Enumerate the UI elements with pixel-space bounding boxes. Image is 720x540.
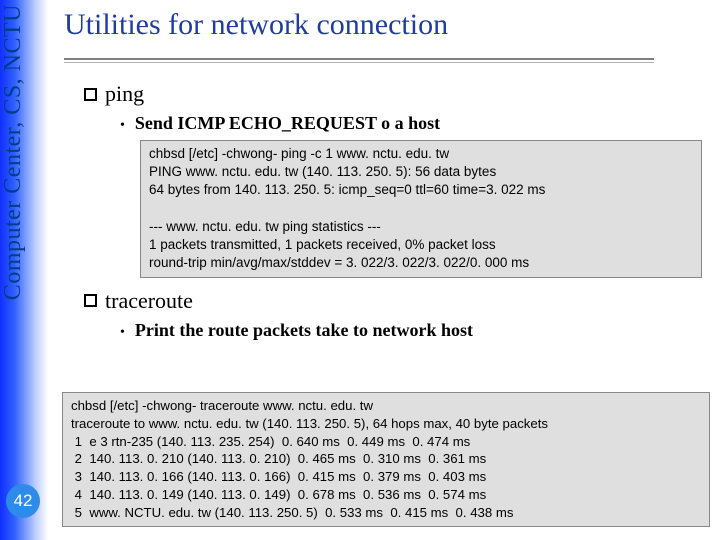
subbullet-ping: • Send ICMP ECHO_REQUEST o a host <box>120 113 702 134</box>
subbullet-traceroute: • Print the route packets take to networ… <box>120 320 702 341</box>
slide: Computer Center, CS, NCTU 42 Utilities f… <box>0 0 720 540</box>
content-area: Utilities for network connection ping • … <box>64 8 702 347</box>
dot-bullet-icon: • <box>120 119 125 133</box>
page-title: Utilities for network connection <box>64 8 702 42</box>
subbullet-ping-label: Send ICMP ECHO_REQUEST o a host <box>135 113 440 134</box>
dot-bullet-icon: • <box>120 326 125 340</box>
page-number-badge: 42 <box>6 484 40 518</box>
bullet-ping: ping <box>84 81 702 107</box>
left-gradient-strip: Computer Center, CS, NCTU <box>0 0 48 540</box>
organization-label: Computer Center, CS, NCTU <box>0 4 27 300</box>
title-rule-thin <box>64 62 654 63</box>
code-block-traceroute: chbsd [/etc] -chwong- traceroute www. nc… <box>62 392 710 527</box>
square-bullet-icon <box>84 294 97 307</box>
bullet-ping-label: ping <box>105 81 144 107</box>
subbullet-traceroute-label: Print the route packets take to network … <box>135 320 473 341</box>
title-rule-thick <box>64 58 654 60</box>
square-bullet-icon <box>84 88 97 101</box>
code-block-traceroute-wrapper: chbsd [/etc] -chwong- traceroute www. nc… <box>58 388 710 527</box>
bullet-traceroute: traceroute <box>84 288 702 314</box>
bullet-traceroute-label: traceroute <box>105 288 193 314</box>
code-block-ping: chbsd [/etc] -chwong- ping -c 1 www. nct… <box>140 140 702 278</box>
